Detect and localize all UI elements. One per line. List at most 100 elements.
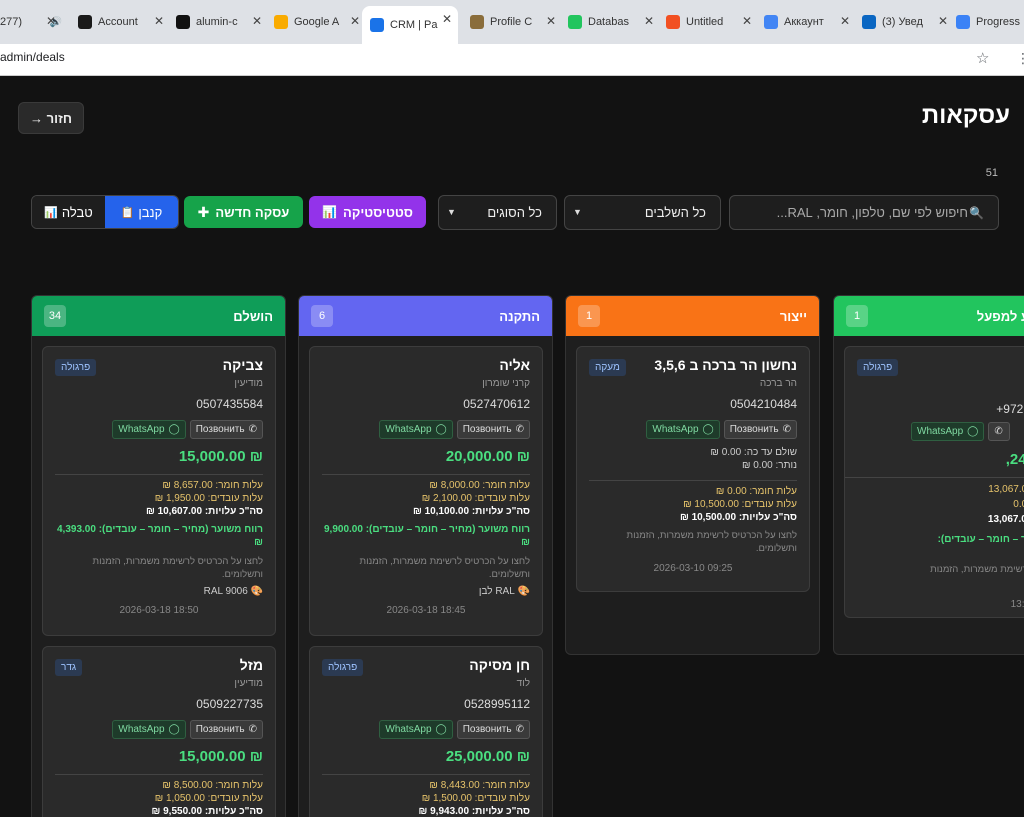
deal-card[interactable]: אליה קרני שומרון 0527470612 WhatsApp ◯ По… (309, 346, 543, 636)
deal-card[interactable]: מזל גדר מודיעין 0509227735 WhatsApp ◯ Поз… (42, 646, 276, 817)
tab-title: 277) (0, 16, 23, 28)
new-deal-button[interactable]: ✚ עסקה חדשה (184, 196, 303, 228)
back-button[interactable]: → חזור (18, 102, 84, 134)
close-tab-icon[interactable]: ✕ (442, 12, 452, 26)
close-tab-icon[interactable]: ✕ (46, 14, 56, 28)
close-tab-icon[interactable]: ✕ (154, 14, 164, 28)
stage-select[interactable]: כל השלבים ▼ (564, 195, 721, 230)
client-phone: 0509227735 (196, 697, 263, 711)
paid-amount: שולם עד כה: 0.00 ₪ (710, 447, 797, 458)
call-button[interactable]: Позвонить ✆ (456, 420, 530, 439)
browser-tab[interactable]: Account ✕ (78, 8, 170, 36)
tab-title: Account (98, 16, 138, 28)
total-cost: סה"כ עלויות: 10,607.00 ₪ (145, 506, 263, 517)
call-button[interactable]: Позвонить ✆ (723, 420, 797, 439)
total-cost: סה"כ עלויות: 9,943.00 ₪ (418, 806, 531, 817)
labor-cost: עלות עובדים: 1,500.00 ₪ (421, 793, 530, 804)
browser-menu-icon[interactable]: ⋮ (1016, 50, 1024, 67)
deal-card[interactable]: חן מסיקה פרגולה לוד 0528995112 WhatsApp ◯… (309, 646, 543, 817)
ral-color: 🎨 RAL לבן (322, 586, 530, 597)
material-cost: עלות חומר: 8,500.00 ₪ (162, 780, 263, 791)
whatsapp-label: WhatsApp (118, 724, 165, 735)
deal-price: ₪ 15,000.00 (178, 448, 263, 465)
call-button[interactable]: ✆ (988, 422, 1011, 441)
call-label: Позвонить (729, 424, 779, 435)
browser-tab[interactable]: alumin-c ✕ (176, 8, 268, 36)
card-hint: לחצו על הכרטיס לרשימת משמרות, הזמנות ותש… (359, 556, 531, 580)
phone-icon: ✆ (994, 426, 1003, 437)
close-tab-icon[interactable]: ✕ (742, 14, 752, 28)
deals-page: → חזור עסקאות 51 🔍 חיפוש לפי שם, טלפון, … (0, 76, 1024, 817)
material-cost: עלות חומר: 8,443.00 ₪ (429, 780, 530, 791)
statistics-label: סטטיסטיקה (343, 204, 413, 220)
url-field[interactable]: admin/deals (0, 50, 65, 64)
clipboard-icon: 📋 (120, 206, 135, 219)
kanban-view-button[interactable]: 📋 קנבן (105, 196, 178, 228)
browser-tab[interactable]: Profile C ✕ (470, 8, 562, 36)
call-button[interactable]: Позвонить ✆ (456, 720, 530, 739)
close-tab-icon[interactable]: ✕ (840, 14, 850, 28)
column-title: ייצור (779, 308, 807, 324)
estimated-profit: רווח משוער (מחיר – חומר – עובדים): 9,900… (324, 524, 530, 548)
type-select[interactable]: כל הסוגים ▼ (438, 195, 557, 230)
ral-color: 🎨 RAL 9006 (55, 586, 263, 597)
client-phone: 0527470612 (463, 397, 530, 411)
close-tab-icon[interactable]: ✕ (644, 14, 654, 28)
stage-select-value: כל השלבים (644, 205, 706, 220)
tab-title: Аккаунт (784, 16, 824, 28)
linkedin-icon (862, 15, 876, 29)
close-tab-icon[interactable]: ✕ (546, 14, 556, 28)
divider (55, 774, 263, 775)
phone-icon: ✆ (248, 724, 257, 735)
client-city: הר ברכה (759, 378, 797, 389)
chart-icon: 📊 (322, 205, 338, 219)
table-view-button[interactable]: 📊 טבלה (32, 196, 105, 228)
deal-card[interactable]: נחשון הר ברכה ב 3,5,6 מעקה הר ברכה 05042… (576, 346, 810, 592)
whatsapp-button[interactable]: WhatsApp ◯ (112, 720, 186, 739)
browser-tab[interactable]: CRM | Pa ✕ (362, 6, 458, 44)
whatsapp-button[interactable]: WhatsApp ◯ (379, 720, 453, 739)
column-header: הושלם 34 (32, 296, 285, 336)
deal-card[interactable]: צביקה פרגולה מודיעין 0507435584 WhatsApp… (42, 346, 276, 636)
table-view-label: טבלה (61, 204, 93, 220)
whatsapp-button[interactable]: WhatsApp ◯ (379, 420, 453, 439)
chevron-down-icon: ▼ (573, 207, 582, 217)
column-title: התקנה (499, 308, 540, 324)
whatsapp-button[interactable]: WhatsApp ◯ (911, 422, 985, 441)
ral-value: RAL לבן (478, 586, 515, 597)
page-title: עסקאות (921, 102, 1010, 129)
browser-tab[interactable]: 277) 🔊 ✕ (0, 8, 62, 36)
labor-cost: 0.00 ₪ (1013, 499, 1024, 510)
whatsapp-button[interactable]: WhatsApp ◯ (112, 420, 186, 439)
new-deal-label: עסקה חדשה (215, 204, 290, 220)
client-city: לוד (516, 678, 530, 689)
table-icon: 📊 (44, 206, 58, 219)
browser-tab[interactable]: Progress✕ (956, 8, 1024, 36)
ral-value: RAL 9006 (203, 586, 248, 597)
whatsapp-icon: ◯ (168, 724, 180, 735)
deal-card[interactable]: פרגולה +972 52- WhatsApp◯ ✆ ₪ 24, 13,067… (844, 346, 1024, 618)
browser-tab[interactable]: Untitled ✕ (666, 8, 758, 36)
call-button[interactable]: Позвонить ✆ (189, 420, 263, 439)
browser-tab[interactable]: (3) Увед ✕ (862, 8, 954, 36)
divider (589, 480, 797, 481)
estimated-profit: מחיר – חומר – עובדים): (937, 534, 1024, 545)
call-button[interactable]: Позвонить ✆ (189, 720, 263, 739)
bookmark-star-icon[interactable]: ☆ (976, 49, 989, 67)
tab-title: Databas (588, 16, 629, 28)
total-cost: 13,067.00 ₪ (987, 514, 1024, 525)
statistics-button[interactable]: 📊 סטטיסטיקה (309, 196, 426, 228)
close-tab-icon[interactable]: ✕ (938, 14, 948, 28)
close-tab-icon[interactable]: ✕ (350, 14, 360, 28)
browser-tab[interactable]: Аккаунт ✕ (764, 8, 856, 36)
estimated-profit: רווח משוער (מחיר – חומר – עובדים): 4,393… (57, 524, 263, 548)
browser-tab[interactable]: Databas ✕ (568, 8, 660, 36)
deal-type-badge: גדר (55, 659, 83, 676)
whatsapp-button[interactable]: WhatsApp ◯ (646, 420, 720, 439)
search-input[interactable]: 🔍 חיפוש לפי שם, טלפון, חומר, RAL... (729, 195, 999, 230)
client-city: מודיעין (234, 378, 263, 389)
close-tab-icon[interactable]: ✕ (252, 14, 262, 28)
database-icon (568, 15, 582, 29)
browser-tab[interactable]: Google A ✕ (274, 8, 366, 36)
phone-icon: ✆ (782, 424, 791, 435)
